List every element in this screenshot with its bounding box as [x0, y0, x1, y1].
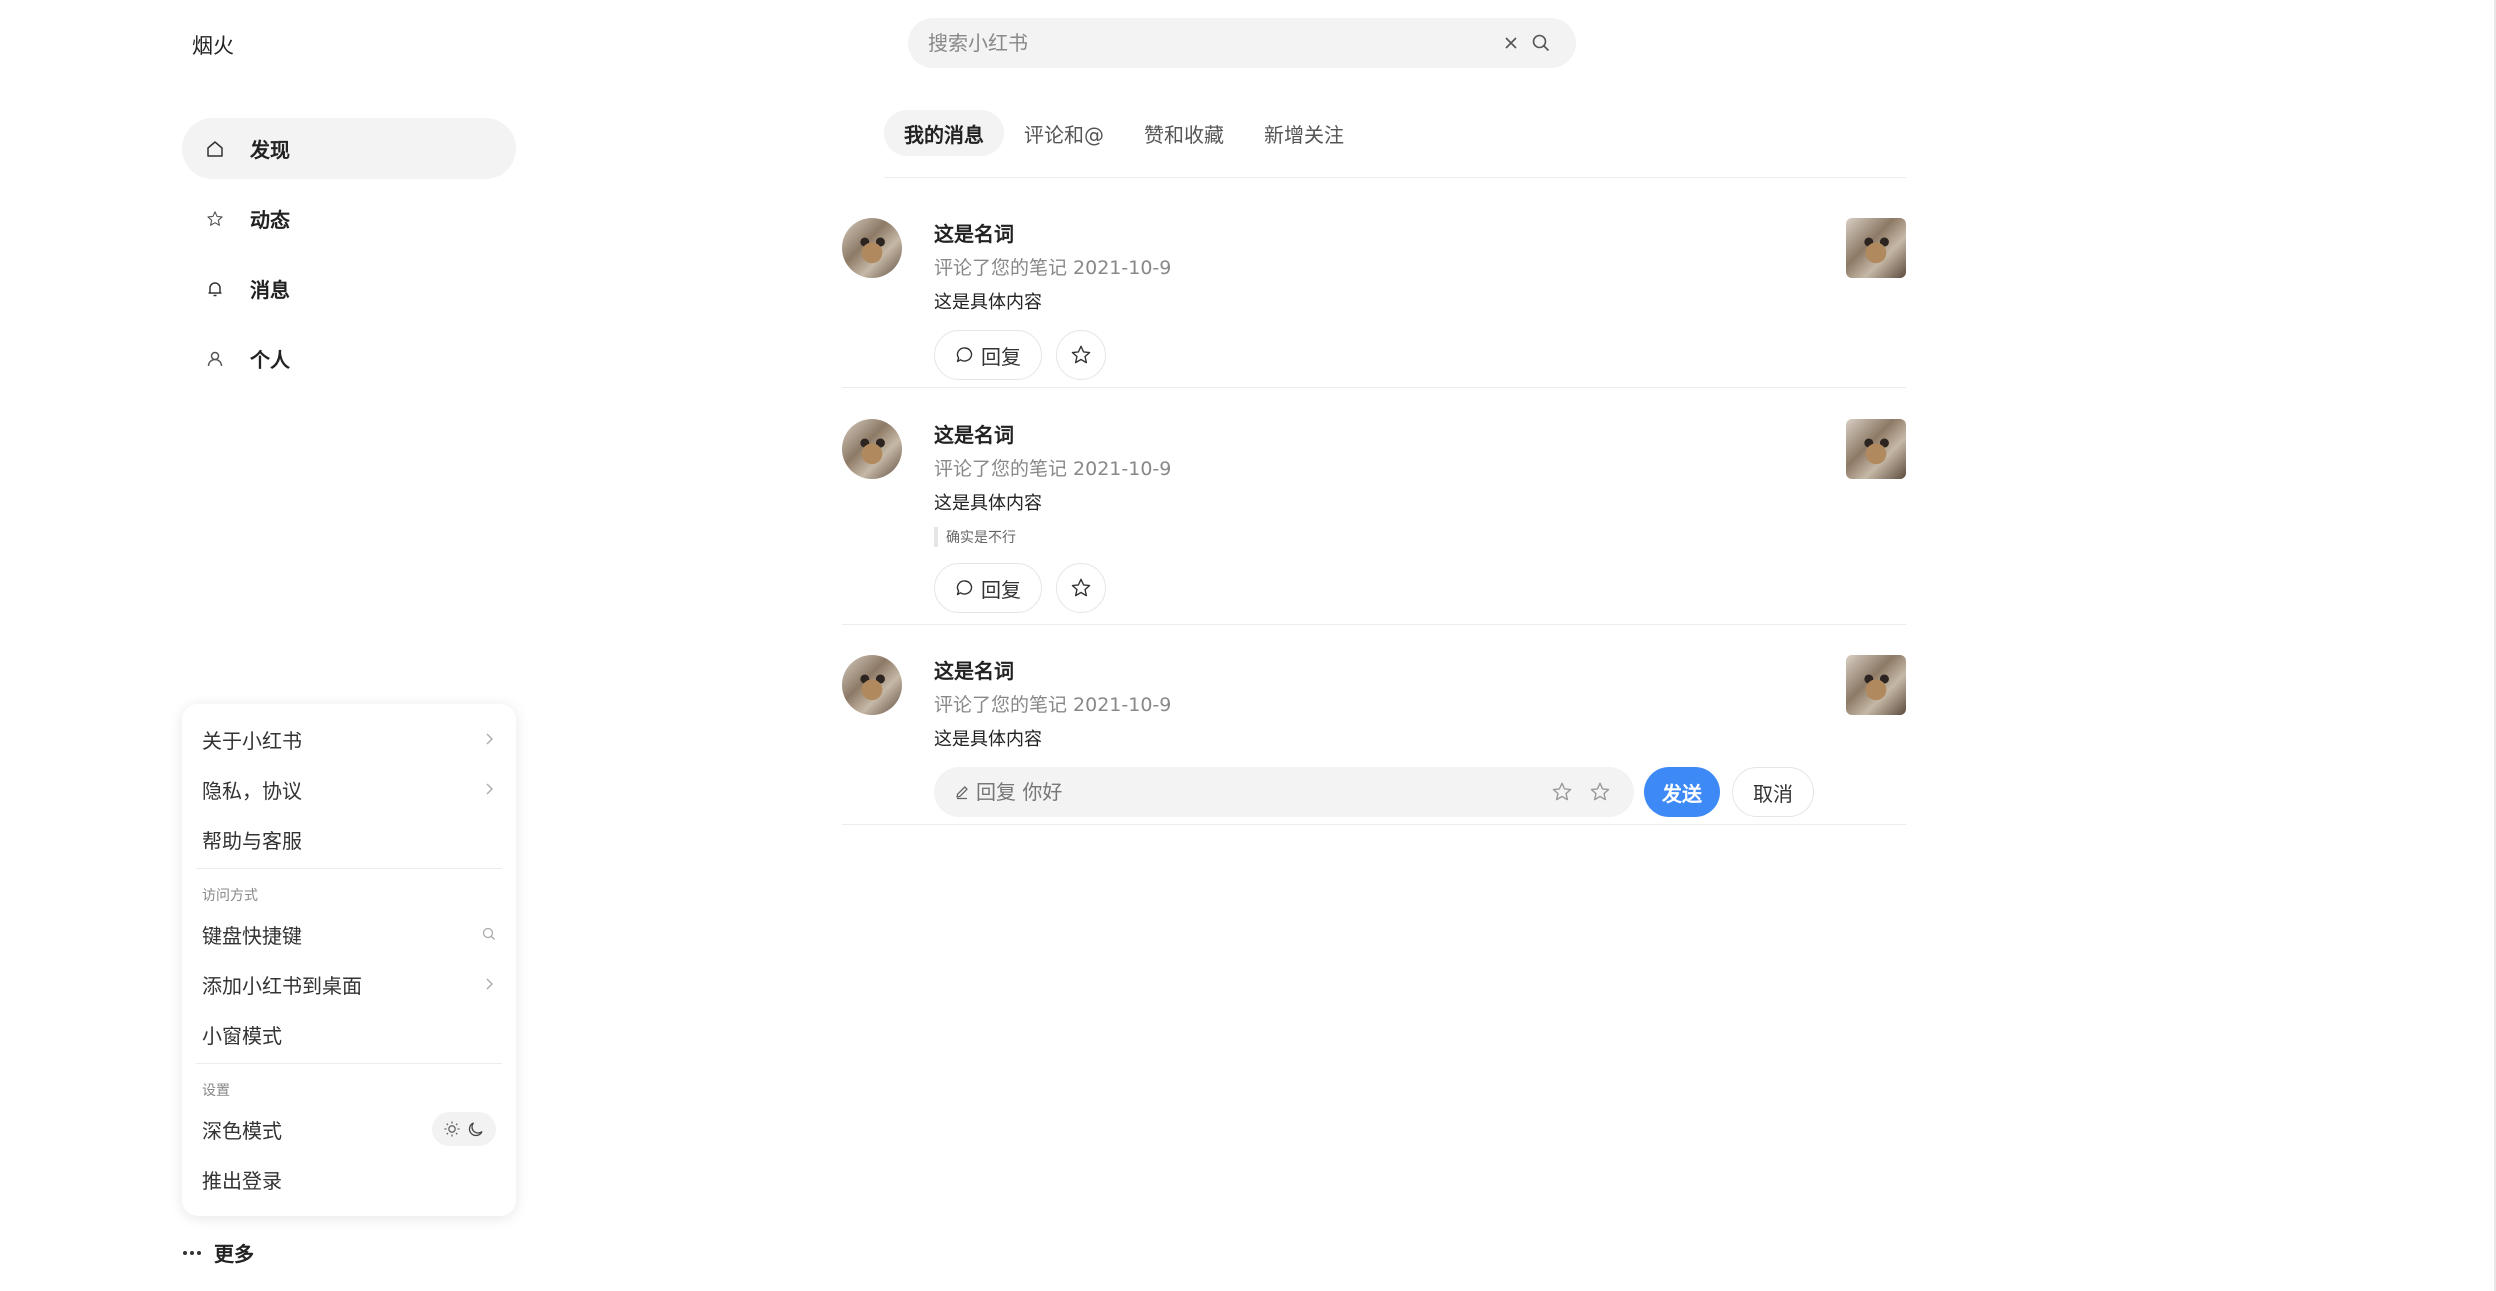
sidebar-nav: 发现 动态 消息 个人: [182, 118, 516, 398]
menu-item-add-desktop[interactable]: 添加小红书到桌面: [182, 959, 516, 1009]
comment-content: 这是具体内容: [934, 729, 1042, 750]
home-icon: [204, 138, 226, 160]
menu-item-mini-mode[interactable]: 小窗模式: [182, 1009, 516, 1059]
menu-item-label: 键盘快捷键: [202, 923, 302, 948]
reply-form: 发送 取消: [934, 767, 1826, 817]
menu-item-label: 帮助与客服: [202, 828, 302, 853]
comment-meta: 评论了您的笔记 2021-10-9: [934, 694, 1172, 716]
menu-item-label: 推出登录: [202, 1168, 282, 1193]
commenter-name[interactable]: 这是名词: [934, 655, 1826, 684]
reply-input[interactable]: [976, 780, 1538, 804]
search-icon[interactable]: [1526, 28, 1556, 58]
menu-item-privacy[interactable]: 隐私，协议: [182, 764, 516, 814]
menu-item-label: 添加小红书到桌面: [202, 973, 362, 998]
note-thumbnail[interactable]: [1846, 655, 1906, 715]
reply-label: 回复: [981, 344, 1021, 369]
sidebar-item-label: 消息: [250, 278, 290, 302]
like-button[interactable]: [1056, 330, 1106, 380]
menu-item-help[interactable]: 帮助与客服: [182, 814, 516, 864]
star-icon[interactable]: [1586, 778, 1614, 806]
sidebar-item-label: 个人: [250, 348, 290, 372]
more-menu: 关于小红书 隐私，协议 帮助与客服 访问方式 键盘快捷键 添加小红书到桌面 小窗…: [182, 704, 516, 1216]
star-icon: [1071, 578, 1091, 597]
bell-icon: [204, 278, 226, 300]
sidebar-item-label: 发现: [250, 138, 290, 162]
menu-item-shortcuts[interactable]: 键盘快捷键: [182, 909, 516, 959]
pencil-icon: [956, 786, 968, 800]
menu-item-label: 隐私，协议: [202, 778, 302, 803]
user-icon: [204, 348, 226, 370]
star-icon: [1071, 345, 1091, 364]
menu-item-label: 小窗模式: [202, 1023, 282, 1048]
menu-section-settings: 设置: [202, 1083, 230, 1099]
menu-item-about[interactable]: 关于小红书: [182, 714, 516, 764]
reply-button[interactable]: 回复: [934, 563, 1042, 613]
avatar[interactable]: [842, 218, 902, 278]
clear-icon[interactable]: [1496, 28, 1526, 58]
search-icon: [482, 927, 495, 940]
sidebar-item-messages[interactable]: 消息: [182, 258, 516, 319]
search-input[interactable]: [928, 31, 1496, 55]
menu-divider: [196, 1063, 502, 1064]
more-label: 更多: [214, 1242, 254, 1266]
comment-bubble-icon: [956, 347, 973, 363]
commenter-name[interactable]: 这是名词: [934, 419, 1826, 448]
cancel-button[interactable]: 取消: [1732, 767, 1814, 817]
menu-divider: [196, 868, 502, 869]
menu-item-label: 深色模式: [202, 1118, 282, 1143]
reply-button[interactable]: 回复: [934, 330, 1042, 380]
star-icon: [204, 208, 226, 230]
comment-content: 这是具体内容: [934, 292, 1042, 313]
sidebar-item-label: 动态: [250, 208, 290, 232]
note-thumbnail[interactable]: [1846, 419, 1906, 479]
message-item: 这是名词 评论了您的笔记 2021-10-9 这是具体内容 确实是不行 回复: [842, 388, 1906, 625]
sidebar-item-feed[interactable]: 动态: [182, 188, 516, 249]
sidebar-item-discover[interactable]: 发现: [182, 118, 516, 179]
avatar[interactable]: [842, 419, 902, 479]
reply-label: 回复: [981, 577, 1021, 602]
menu-item-label: 关于小红书: [202, 728, 302, 753]
star-icon[interactable]: [1548, 778, 1576, 806]
search-bar: [908, 18, 1576, 68]
theme-toggle[interactable]: [432, 1112, 496, 1146]
comment-meta: 评论了您的笔记 2021-10-9: [934, 257, 1172, 279]
chevron-right-icon: [486, 978, 493, 990]
more-button[interactable]: 更多: [182, 1238, 254, 1267]
send-button[interactable]: 发送: [1644, 767, 1720, 817]
app-logo[interactable]: 烟火: [192, 30, 234, 60]
comment-content: 这是具体内容: [934, 493, 1042, 514]
tab-comments-mentions[interactable]: 评论和@: [1004, 110, 1124, 156]
commenter-name[interactable]: 这是名词: [934, 218, 1826, 247]
menu-item-logout[interactable]: 推出登录: [182, 1154, 516, 1204]
like-button[interactable]: [1056, 563, 1106, 613]
avatar[interactable]: [842, 655, 902, 715]
tab-my-messages[interactable]: 我的消息: [884, 110, 1004, 156]
menu-section-access: 访问方式: [202, 888, 258, 904]
menu-item-dark-mode: 深色模式: [182, 1104, 516, 1154]
quoted-comment: 确实是不行: [934, 527, 1826, 547]
chevron-right-icon: [486, 733, 493, 745]
tab-likes-collections[interactable]: 赞和收藏: [1124, 110, 1244, 156]
message-item: 这是名词 评论了您的笔记 2021-10-9 这是具体内容 发送 取消: [842, 625, 1906, 825]
message-tabs: 我的消息 评论和@ 赞和收藏 新增关注: [884, 110, 1906, 178]
message-list: 这是名词 评论了您的笔记 2021-10-9 这是具体内容 回复 这是名词 评论…: [842, 178, 1906, 825]
comment-meta: 评论了您的笔记 2021-10-9: [934, 458, 1172, 480]
note-thumbnail[interactable]: [1846, 218, 1906, 278]
message-item: 这是名词 评论了您的笔记 2021-10-9 这是具体内容 回复: [842, 178, 1906, 388]
more-dots-icon: [183, 1250, 201, 1255]
chevron-right-icon: [486, 783, 493, 795]
comment-bubble-icon: [956, 580, 973, 596]
moon-icon[interactable]: [467, 1120, 485, 1138]
tab-new-followers[interactable]: 新增关注: [1244, 110, 1364, 156]
reply-input-box: [934, 767, 1634, 817]
sun-icon[interactable]: [443, 1120, 461, 1138]
sidebar-item-profile[interactable]: 个人: [182, 328, 516, 389]
